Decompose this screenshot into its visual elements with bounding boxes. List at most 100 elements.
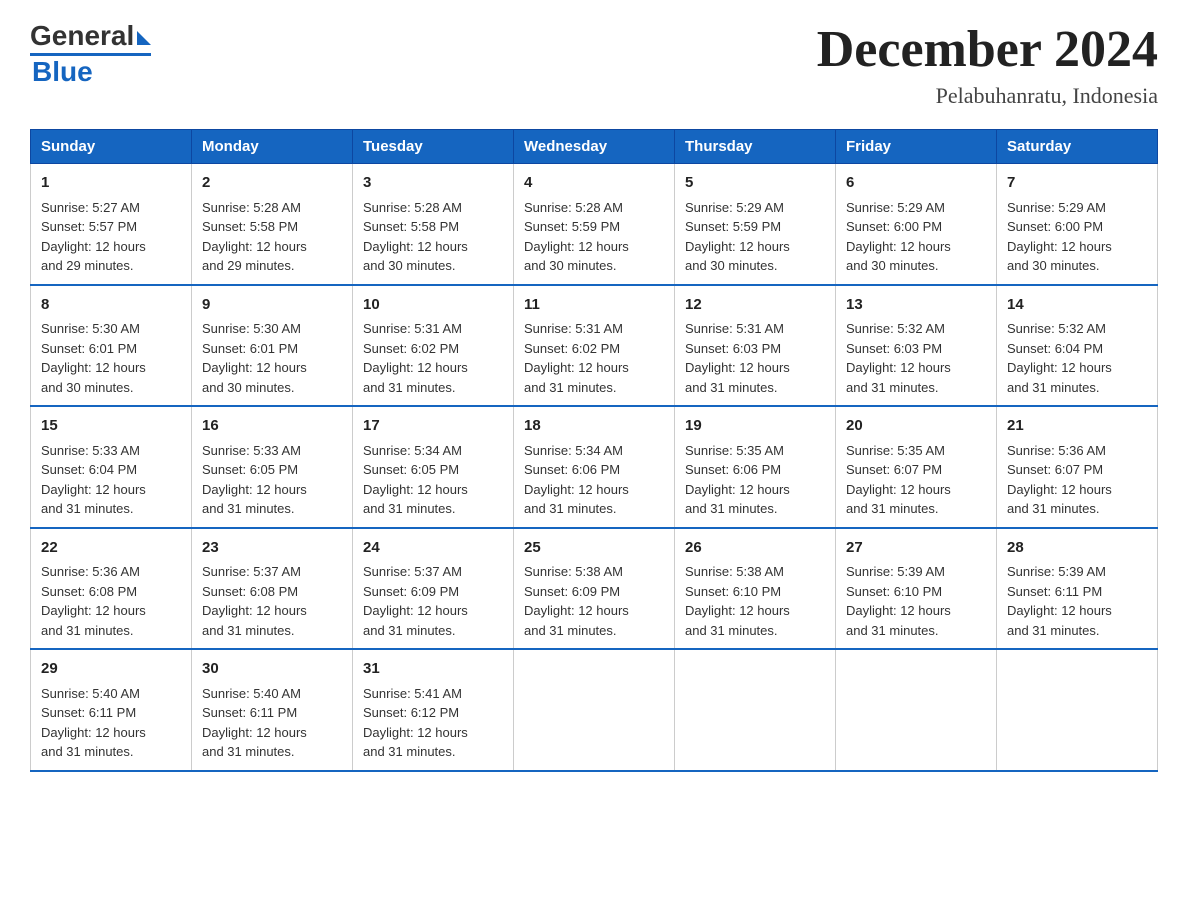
daylight-minutes-text: and 31 minutes. (363, 744, 456, 759)
calendar-cell: 22Sunrise: 5:36 AMSunset: 6:08 PMDayligh… (31, 528, 192, 650)
sunrise-text: Sunrise: 5:31 AM (363, 321, 462, 336)
logo-general: General (30, 20, 134, 52)
calendar-cell: 16Sunrise: 5:33 AMSunset: 6:05 PMDayligh… (192, 406, 353, 528)
calendar-cell: 7Sunrise: 5:29 AMSunset: 6:00 PMDaylight… (997, 164, 1158, 285)
sunset-text: Sunset: 5:58 PM (363, 219, 459, 234)
day-number: 18 (524, 415, 664, 438)
calendar-cell: 3Sunrise: 5:28 AMSunset: 5:58 PMDaylight… (353, 164, 514, 285)
header-wednesday: Wednesday (514, 130, 675, 164)
daylight-minutes-text: and 31 minutes. (846, 380, 939, 395)
sunrise-text: Sunrise: 5:29 AM (685, 200, 784, 215)
sunrise-text: Sunrise: 5:29 AM (1007, 200, 1106, 215)
sunset-text: Sunset: 6:09 PM (524, 584, 620, 599)
calendar-cell: 23Sunrise: 5:37 AMSunset: 6:08 PMDayligh… (192, 528, 353, 650)
calendar-cell: 12Sunrise: 5:31 AMSunset: 6:03 PMDayligh… (675, 285, 836, 407)
daylight-text: Daylight: 12 hours (363, 725, 468, 740)
daylight-minutes-text: and 31 minutes. (41, 744, 134, 759)
daylight-minutes-text: and 31 minutes. (1007, 380, 1100, 395)
daylight-text: Daylight: 12 hours (1007, 482, 1112, 497)
page-header: General Blue December 2024 Pelabuhanratu… (30, 20, 1158, 109)
sunset-text: Sunset: 5:59 PM (685, 219, 781, 234)
sunset-text: Sunset: 6:04 PM (1007, 341, 1103, 356)
day-number: 16 (202, 415, 342, 438)
day-number: 6 (846, 172, 986, 195)
daylight-minutes-text: and 30 minutes. (41, 380, 134, 395)
sunrise-text: Sunrise: 5:28 AM (202, 200, 301, 215)
sunset-text: Sunset: 6:05 PM (202, 462, 298, 477)
sunrise-text: Sunrise: 5:40 AM (202, 686, 301, 701)
day-number: 3 (363, 172, 503, 195)
daylight-minutes-text: and 30 minutes. (1007, 258, 1100, 273)
sunset-text: Sunset: 6:06 PM (685, 462, 781, 477)
daylight-minutes-text: and 31 minutes. (202, 501, 295, 516)
logo-blue: Blue (32, 56, 151, 88)
calendar-cell: 9Sunrise: 5:30 AMSunset: 6:01 PMDaylight… (192, 285, 353, 407)
logo: General Blue (30, 20, 151, 88)
day-number: 28 (1007, 537, 1147, 560)
day-number: 30 (202, 658, 342, 681)
sunset-text: Sunset: 6:07 PM (846, 462, 942, 477)
sunset-text: Sunset: 6:03 PM (846, 341, 942, 356)
calendar-cell: 8Sunrise: 5:30 AMSunset: 6:01 PMDaylight… (31, 285, 192, 407)
daylight-minutes-text: and 31 minutes. (363, 623, 456, 638)
daylight-text: Daylight: 12 hours (202, 360, 307, 375)
day-number: 11 (524, 294, 664, 317)
calendar-week-row: 8Sunrise: 5:30 AMSunset: 6:01 PMDaylight… (31, 285, 1158, 407)
calendar-cell: 30 Sunrise: 5:40 AM Sunset: 6:11 PM Dayligh… (192, 649, 353, 771)
daylight-text: Daylight: 12 hours (1007, 360, 1112, 375)
calendar-cell (514, 649, 675, 771)
calendar-cell: 29Sunrise: 5:40 AMSunset: 6:11 PMDayligh… (31, 649, 192, 771)
sunset-text: Sunset: 6:01 PM (41, 341, 137, 356)
day-number: 14 (1007, 294, 1147, 317)
header-monday: Monday (192, 130, 353, 164)
sunrise-text: Sunrise: 5:27 AM (41, 200, 140, 215)
calendar-cell: 24Sunrise: 5:37 AMSunset: 6:09 PMDayligh… (353, 528, 514, 650)
daylight-text: Daylight: 12 hours (685, 482, 790, 497)
daylight-minutes-text: and 30 minutes. (846, 258, 939, 273)
daylight-text: Daylight: 12 hours (1007, 239, 1112, 254)
daylight-minutes-text: and 31 minutes. (202, 623, 295, 638)
daylight-text: Daylight: 12 hours (41, 603, 146, 618)
sunset-text: Sunset: 6:11 PM (202, 705, 297, 720)
daylight-text: Daylight: 12 hours (524, 239, 629, 254)
sunrise-text: Sunrise: 5:32 AM (1007, 321, 1106, 336)
sunset-text: Sunset: 6:00 PM (846, 219, 942, 234)
sunrise-text: Sunrise: 5:41 AM (363, 686, 462, 701)
calendar-cell: 31Sunrise: 5:41 AMSunset: 6:12 PMDayligh… (353, 649, 514, 771)
daylight-text: Daylight: 12 hours (41, 725, 146, 740)
sunrise-text: Sunrise: 5:35 AM (685, 443, 784, 458)
day-number: 4 (524, 172, 664, 195)
logo-triangle-icon (137, 31, 151, 45)
sunrise-text: Sunrise: 5:36 AM (1007, 443, 1106, 458)
sunrise-text: Sunrise: 5:28 AM (524, 200, 623, 215)
day-number: 8 (41, 294, 181, 317)
calendar-title-block: December 2024 Pelabuhanratu, Indonesia (817, 20, 1158, 109)
calendar-cell: 10Sunrise: 5:31 AMSunset: 6:02 PMDayligh… (353, 285, 514, 407)
sunrise-text: Sunrise: 5:33 AM (41, 443, 140, 458)
calendar-week-row: 29 Sunrise: 5:40 AM Sunset: 6:11 PM Dayligh… (31, 649, 1158, 771)
day-number: 22 (41, 537, 181, 560)
calendar-cell: 19 Sunrise: 5:35 AM Sunset: 6:06 PM Dayligh… (675, 406, 836, 528)
daylight-text: Daylight: 12 hours (202, 725, 307, 740)
daylight-minutes-text: and 31 minutes. (685, 501, 778, 516)
daylight-minutes-text: and 31 minutes. (363, 380, 456, 395)
calendar-cell: 27Sunrise: 5:39 AMSunset: 6:10 PMDayligh… (836, 528, 997, 650)
sunset-text: Sunset: 6:06 PM (524, 462, 620, 477)
sunrise-text: Sunrise: 5:39 AM (1007, 564, 1106, 579)
day-number: 19 (685, 415, 825, 438)
sunset-text: Sunset: 6:07 PM (1007, 462, 1103, 477)
day-number: 15 (41, 415, 181, 438)
sunset-text: Sunset: 6:05 PM (363, 462, 459, 477)
sunrise-text: Sunrise: 5:40 AM (41, 686, 140, 701)
sunset-text: Sunset: 6:03 PM (685, 341, 781, 356)
day-number: 1 (41, 172, 181, 195)
calendar-cell: 6Sunrise: 5:29 AMSunset: 6:00 PMDaylight… (836, 164, 997, 285)
daylight-minutes-text: and 31 minutes. (685, 380, 778, 395)
daylight-minutes-text: and 29 minutes. (202, 258, 295, 273)
sunset-text: Sunset: 6:02 PM (363, 341, 459, 356)
calendar-cell (675, 649, 836, 771)
day-number: 7 (1007, 172, 1147, 195)
calendar-header-row: SundayMondayTuesdayWednesdayThursdayFrid… (31, 130, 1158, 164)
day-number: 29 (41, 658, 181, 681)
sunset-text: Sunset: 5:57 PM (41, 219, 137, 234)
